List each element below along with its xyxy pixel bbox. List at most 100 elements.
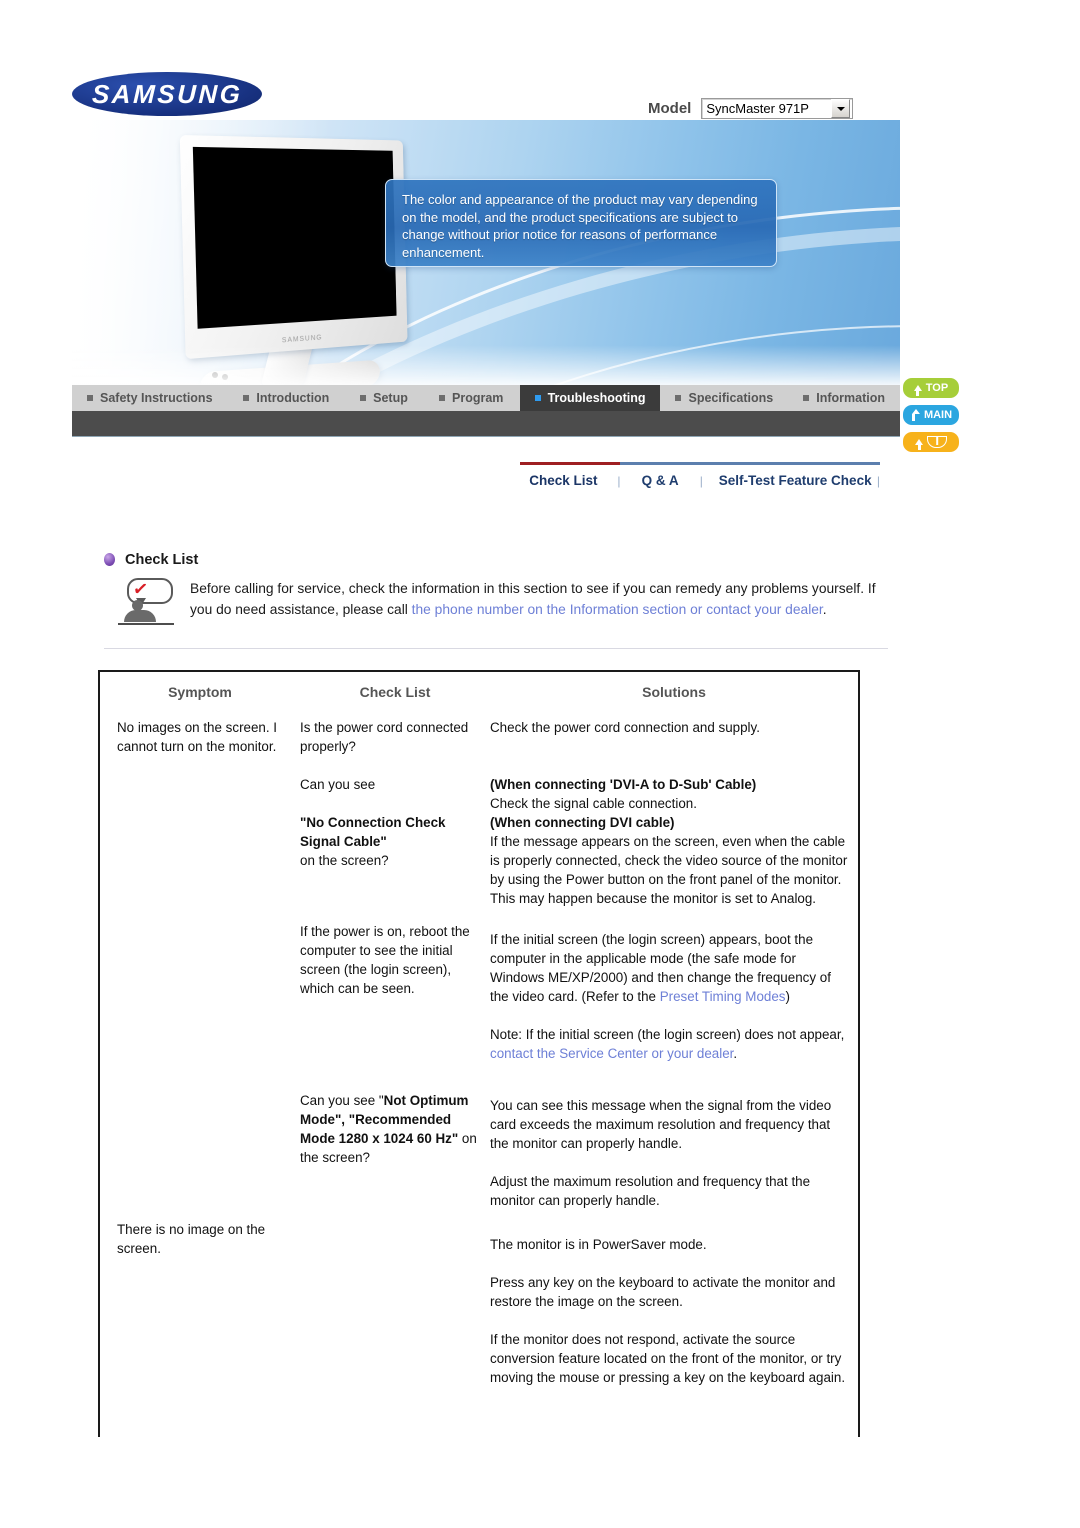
solutions-column: Check the power cord connection and supp…	[490, 718, 858, 1387]
nav-item-program[interactable]: Program	[424, 385, 518, 411]
nav-item-setup[interactable]: Setup	[345, 385, 423, 411]
check-item-3: If the power is on, reboot the computer …	[300, 922, 480, 998]
go-to-contents-button[interactable]	[903, 432, 959, 452]
go-to-top-label: TOP	[926, 382, 948, 394]
column-header-check-list: Check List	[300, 684, 490, 700]
check-item-2-message: "No Connection Check Signal Cable"	[300, 813, 480, 851]
symptom-2: There is no image on the screen.	[117, 1220, 292, 1258]
sub-nav-rule	[520, 462, 880, 465]
page-title: Check List	[125, 552, 198, 568]
side-button-group: TOP MAIN	[903, 378, 959, 452]
nav-item-label: Troubleshooting	[548, 391, 646, 405]
troubleshooting-table: Symptom Check List Solutions No images o…	[98, 670, 860, 1437]
nav-item-introduction[interactable]: Introduction	[228, 385, 344, 411]
bullet-square-icon	[439, 395, 445, 401]
chevron-down-icon[interactable]	[831, 99, 850, 118]
nav-item-label: Specifications	[688, 391, 773, 405]
main-nav-dark-bar	[72, 411, 900, 437]
nav-item-label: Program	[452, 391, 503, 405]
check-item-2: Can you see "No Connection Check Signal …	[300, 775, 480, 870]
nav-item-information[interactable]: Information	[788, 385, 900, 411]
model-select[interactable]: SyncMaster 971P	[701, 98, 853, 119]
person-with-checkmark-icon: ✓	[118, 578, 174, 630]
bullet-square-icon	[243, 395, 249, 401]
column-header-solutions: Solutions	[490, 684, 858, 700]
tab-check-list[interactable]: Check List	[529, 473, 597, 488]
sub-nav: Check List | Q & A | Self-Test Feature C…	[520, 462, 880, 488]
person-baseline	[118, 623, 174, 625]
check-item-2-lead: Can you see	[300, 775, 480, 794]
hero-bottom-fade	[72, 345, 900, 385]
nav-item-safety-instructions[interactable]: Safety Instructions	[72, 385, 228, 411]
hero-banner: SAMSUNG The color and appearance of the …	[72, 120, 900, 385]
sub-nav-separator: |	[877, 474, 880, 488]
go-to-main-label: MAIN	[924, 409, 952, 421]
tab-q-and-a[interactable]: Q & A	[642, 473, 679, 488]
arrow-up-icon	[914, 385, 922, 391]
solution-7: The monitor is in PowerSaver mode.	[490, 1235, 848, 1254]
symptom-1: No images on the screen. I cannot turn o…	[117, 718, 292, 756]
nav-item-label: Information	[816, 391, 885, 405]
solution-4-tail: .	[733, 1046, 737, 1061]
logo-ellipse: SAMSUNG	[72, 72, 262, 116]
monitor-screen	[193, 147, 397, 329]
sub-nav-active-underline	[520, 462, 620, 465]
samsung-logo: SAMSUNG	[72, 72, 262, 116]
solution-4-text: Note: If the initial screen (the login s…	[490, 1027, 844, 1042]
solution-5: You can see this message when the signal…	[490, 1096, 848, 1153]
intro-paragraph: Before calling for service, check the in…	[190, 578, 888, 630]
solution-6: Adjust the maximum resolution and freque…	[490, 1172, 848, 1210]
model-label: Model	[648, 100, 691, 117]
bullet-square-icon	[675, 395, 681, 401]
go-to-main-button[interactable]: MAIN	[903, 405, 959, 425]
go-to-top-button[interactable]: TOP	[903, 378, 959, 398]
service-center-link[interactable]: contact the Service Center or your deale…	[490, 1046, 733, 1061]
check-list-column: Is the power cord connected properly? Ca…	[300, 718, 490, 1387]
intro-text-end: .	[823, 602, 827, 617]
nav-item-label: Safety Instructions	[100, 391, 213, 405]
section-header: Check List	[104, 548, 198, 568]
check-item-4: Can you see "Not Optimum Mode", "Recomme…	[300, 1091, 480, 1167]
bullet-square-icon	[360, 395, 366, 401]
logo-text: SAMSUNG	[91, 79, 242, 110]
hero-notice-box: The color and appearance of the product …	[385, 179, 777, 267]
solution-8: Press any key on the keyboard to activat…	[490, 1273, 848, 1311]
solution-4: Note: If the initial screen (the login s…	[490, 1025, 848, 1063]
monitor-brand-mark: SAMSUNG	[282, 334, 323, 344]
check-item-1: Is the power cord connected properly?	[300, 718, 480, 756]
solution-9: If the monitor does not respond, activat…	[490, 1330, 848, 1387]
preset-timing-modes-link[interactable]: Preset Timing Modes	[660, 989, 786, 1004]
intro-block: ✓ Before calling for service, check the …	[118, 578, 888, 630]
solution-2-text-1: Check the signal cable connection.	[490, 794, 848, 813]
nav-item-specifications[interactable]: Specifications	[660, 385, 788, 411]
nav-item-label: Introduction	[256, 391, 329, 405]
check-item-2-tail: on the screen?	[300, 851, 480, 870]
solution-2-text-2: If the message appears on the screen, ev…	[490, 832, 848, 908]
section-divider	[104, 648, 888, 649]
nav-item-troubleshooting[interactable]: Troubleshooting	[520, 385, 661, 411]
arrow-up-icon	[915, 439, 923, 445]
tab-self-test-feature-check[interactable]: Self-Test Feature Check	[719, 473, 872, 488]
symptom-column: No images on the screen. I cannot turn o…	[100, 718, 300, 1387]
check-item-4-lead: Can you see "	[300, 1093, 384, 1108]
sub-nav-separator: |	[617, 474, 620, 488]
model-select-value: SyncMaster 971P	[706, 101, 809, 116]
orb-bullet-icon	[104, 553, 115, 566]
sub-nav-items: Check List | Q & A | Self-Test Feature C…	[520, 473, 880, 488]
person-body	[124, 610, 156, 622]
bullet-square-icon	[535, 395, 541, 401]
column-header-symptom: Symptom	[100, 684, 300, 700]
table-body: No images on the screen. I cannot turn o…	[100, 712, 858, 1387]
table-header-row: Symptom Check List Solutions	[100, 672, 858, 712]
sub-nav-separator: |	[700, 474, 703, 488]
solution-2: (When connecting 'DVI-A to D-Sub' Cable)…	[490, 775, 848, 908]
bullet-square-icon	[87, 395, 93, 401]
solution-3: If the initial screen (the login screen)…	[490, 930, 848, 1006]
monitor-bezel: SAMSUNG	[180, 135, 408, 359]
solution-1: Check the power cord connection and supp…	[490, 718, 848, 737]
arrow-hook-icon	[910, 409, 920, 421]
main-nav: Safety Instructions Introduction Setup P…	[72, 385, 900, 411]
intro-contact-link[interactable]: the phone number on the Information sect…	[412, 602, 823, 617]
checkmark-icon: ✓	[132, 579, 149, 599]
bullet-square-icon	[803, 395, 809, 401]
